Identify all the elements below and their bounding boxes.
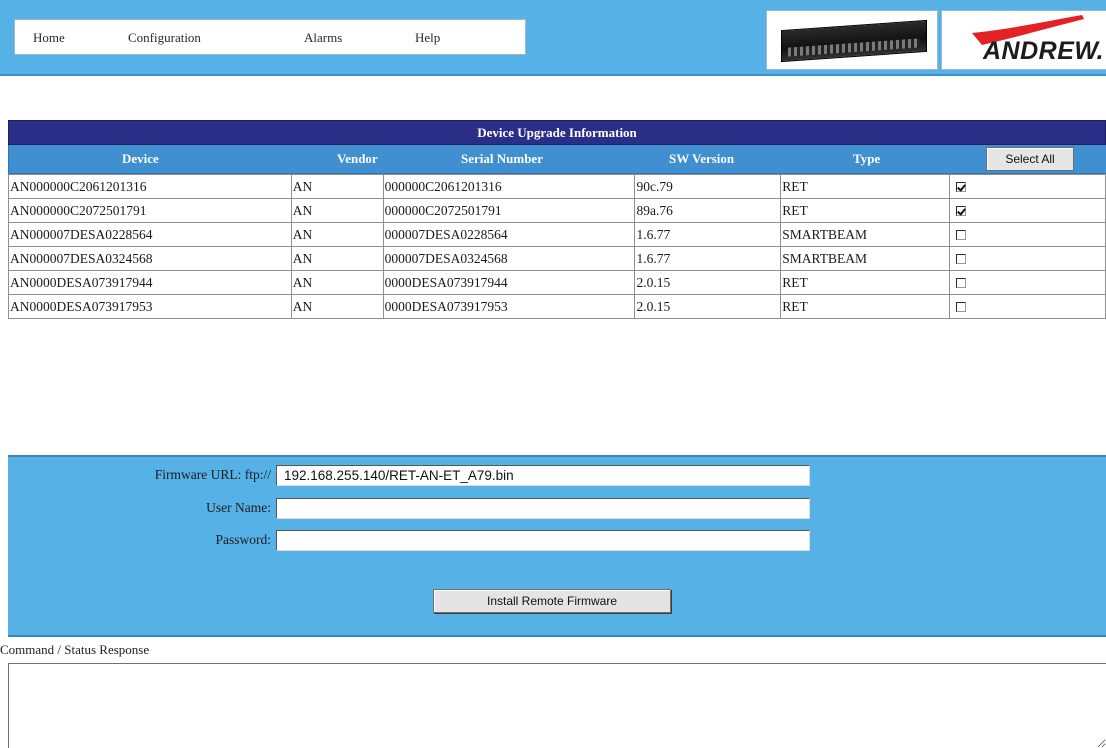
serial-cell: 000007DESA0324568	[382, 246, 636, 271]
select-cell	[949, 294, 1106, 319]
vendor-cell: AN	[290, 270, 384, 295]
vendor-cell: AN	[290, 222, 384, 247]
firmware-url-input[interactable]	[276, 465, 810, 486]
firmware-url-label: Firmware URL: ftp://	[154, 467, 271, 482]
device-cell: AN000007DESA0228564	[8, 222, 292, 247]
table-row: AN000007DESA0324568 AN 000007DESA0324568 1.…	[8, 246, 1106, 271]
device-cell: AN000000C2072501791	[8, 198, 292, 223]
type-cell: SMARTBEAM	[780, 222, 951, 247]
device-image	[766, 10, 938, 70]
username-label: User Name:	[206, 500, 271, 515]
password-input[interactable]	[276, 530, 810, 551]
row-select-checkbox[interactable]	[956, 302, 967, 313]
vendor-cell: AN	[290, 246, 384, 271]
type-cell: RET	[780, 270, 951, 295]
select-cell	[949, 174, 1106, 199]
sw-version-cell: 1.6.77	[634, 246, 782, 271]
table-title: Device Upgrade Information	[8, 120, 1106, 145]
select-all-button[interactable]: Select All	[986, 147, 1074, 171]
header-bar: Home Configuration Alarms Help ANDREW.	[0, 0, 1106, 76]
andrew-logo: ANDREW.	[941, 10, 1106, 70]
serial-cell: 000000C2061201316	[382, 174, 636, 199]
install-remote-firmware-button[interactable]: Install Remote Firmware	[433, 589, 671, 613]
device-list: AN000000C2061201316 AN 000000C2061201316 90…	[8, 174, 1106, 319]
select-cell	[949, 270, 1106, 295]
col-device: Device	[122, 151, 159, 166]
device-cell: AN0000DESA073917944	[8, 270, 292, 295]
sw-version-cell: 2.0.15	[634, 270, 782, 295]
device-unit-icon	[781, 19, 927, 63]
sw-version-cell: 89a.76	[634, 198, 782, 223]
nav-home[interactable]: Home	[33, 30, 65, 46]
firmware-panel: Firmware URL: ftp:// User Name: Password…	[8, 455, 1106, 637]
device-cell: AN000007DESA0324568	[8, 246, 292, 271]
device-cell: AN0000DESA073917953	[8, 294, 292, 319]
col-sw-version: SW Version	[669, 151, 735, 166]
table-row: AN000000C2061201316 AN 000000C2061201316 90…	[8, 174, 1106, 199]
status-response-label: Command / Status Response	[0, 642, 150, 657]
row-select-checkbox[interactable]	[956, 278, 967, 289]
serial-cell: 0000DESA073917944	[382, 270, 636, 295]
column-header-row: Device Vendor Serial Number SW Version T…	[8, 145, 1106, 174]
sw-version-cell: 2.0.15	[634, 294, 782, 319]
table-row: AN0000DESA073917944 AN 0000DESA073917944 2.…	[8, 270, 1106, 295]
vendor-cell: AN	[290, 198, 384, 223]
table-row: AN0000DESA073917953 AN 0000DESA073917953 2.…	[8, 294, 1106, 319]
device-cell: AN000000C2061201316	[8, 174, 292, 199]
row-select-checkbox[interactable]	[956, 182, 967, 193]
nav-menu: Home Configuration Alarms Help	[14, 19, 526, 55]
row-select-checkbox[interactable]	[956, 254, 967, 265]
type-cell: RET	[780, 174, 951, 199]
row-select-checkbox[interactable]	[956, 206, 967, 217]
password-label: Password:	[215, 532, 271, 547]
nav-alarms[interactable]: Alarms	[304, 30, 342, 46]
sw-version-cell: 90c.79	[634, 174, 782, 199]
type-cell: SMARTBEAM	[780, 246, 951, 271]
brand-name: ANDREW.	[983, 37, 1105, 65]
sw-version-cell: 1.6.77	[634, 222, 782, 247]
col-type: Type	[853, 151, 881, 166]
select-cell	[949, 222, 1106, 247]
vendor-cell: AN	[290, 174, 384, 199]
table-row: AN000000C2072501791 AN 000000C2072501791 89…	[8, 198, 1106, 223]
table-row: AN000007DESA0228564 AN 000007DESA0228564 1.…	[8, 222, 1106, 247]
select-cell	[949, 246, 1106, 271]
col-serial-number: Serial Number	[461, 151, 543, 166]
serial-cell: 000000C2072501791	[382, 198, 636, 223]
device-upgrade-table: Device Upgrade Information Device Vendor…	[8, 120, 1106, 319]
type-cell: RET	[780, 198, 951, 223]
status-response-box[interactable]	[8, 663, 1106, 748]
serial-cell: 0000DESA073917953	[382, 294, 636, 319]
username-input[interactable]	[276, 498, 810, 519]
nav-configuration[interactable]: Configuration	[128, 30, 201, 46]
vendor-cell: AN	[290, 294, 384, 319]
nav-help[interactable]: Help	[415, 30, 440, 46]
type-cell: RET	[780, 294, 951, 319]
serial-cell: 000007DESA0228564	[382, 222, 636, 247]
select-cell	[949, 198, 1106, 223]
row-select-checkbox[interactable]	[956, 230, 967, 241]
col-vendor: Vendor	[337, 151, 378, 166]
